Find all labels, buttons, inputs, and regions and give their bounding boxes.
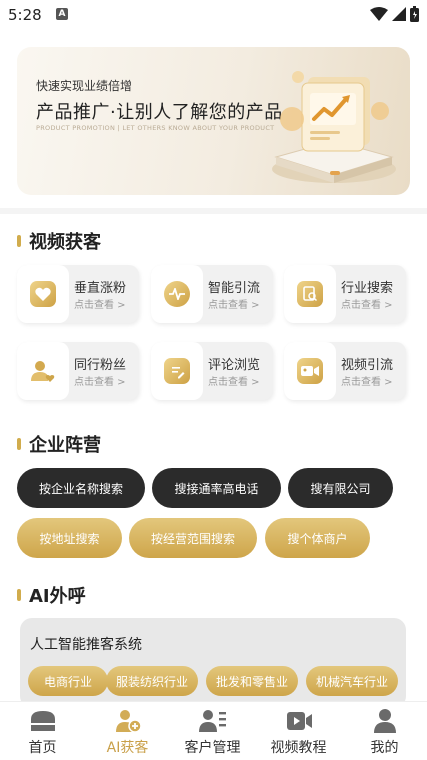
banner-english-text: PRODUCT PROMOTION | LET OTHERS KNOW ABOU…	[36, 124, 275, 132]
card-vertical-fans[interactable]: 垂直涨粉 点击查看 >	[17, 265, 139, 323]
status-time: 5:28	[8, 6, 42, 24]
card-icon-container	[284, 265, 336, 323]
edit-note-icon	[164, 358, 190, 384]
promo-banner[interactable]: 快速实现业绩倍增 产品推广·让别人了解您的产品 PRODUCT PROMOTIO…	[17, 47, 410, 195]
card-subtitle: 点击查看 >	[341, 377, 393, 388]
heart-icon	[30, 281, 56, 307]
add-user-icon	[115, 710, 142, 733]
card-subtitle: 点击查看 >	[208, 377, 260, 388]
card-comment-browse[interactable]: 评论浏览 点击查看 >	[151, 342, 273, 400]
nav-video-tutorial[interactable]: 视频教程	[256, 702, 341, 760]
customer-list-icon	[198, 710, 226, 732]
card-title: 智能引流	[208, 281, 261, 296]
card-subtitle: 点击查看 >	[74, 377, 126, 388]
nav-label: AI获客	[106, 740, 149, 756]
nav-label: 客户管理	[184, 740, 241, 756]
card-title: 评论浏览	[208, 358, 261, 373]
notification-icon: A	[56, 8, 68, 20]
search-limited-company-button[interactable]: 搜有限公司	[288, 468, 393, 508]
card-title: 行业搜索	[341, 281, 394, 296]
ai-panel-title: 人工智能推客系统	[30, 637, 142, 653]
section-title-text: 视频获客	[29, 232, 101, 253]
card-subtitle: 点击查看 >	[341, 300, 393, 311]
nav-label: 视频教程	[270, 740, 327, 756]
status-bar: 5:28 A	[0, 0, 427, 30]
user-heart-icon	[30, 358, 56, 384]
card-subtitle: 点击查看 >	[208, 300, 260, 311]
video-icon	[286, 712, 312, 730]
nav-label: 我的	[370, 740, 399, 756]
card-title: 同行粉丝	[74, 358, 127, 373]
section-title-enterprise: 企业阵营	[17, 431, 101, 457]
card-subtitle: 点击查看 >	[74, 300, 126, 311]
card-title: 视频引流	[341, 358, 394, 373]
tag-ecommerce[interactable]: 电商行业	[28, 666, 108, 696]
section-marker	[17, 438, 21, 450]
card-video-traffic[interactable]: 视频引流 点击查看 >	[284, 342, 406, 400]
section-title-ai: AI外呼	[17, 582, 86, 608]
wifi-icon	[370, 7, 388, 21]
search-by-address-button[interactable]: 按地址搜索	[17, 518, 122, 558]
status-icons	[370, 6, 419, 22]
card-smart-traffic[interactable]: 智能引流 点击查看 >	[151, 265, 273, 323]
nav-mine[interactable]: 我的	[342, 702, 427, 760]
nav-customer-management[interactable]: 客户管理	[170, 702, 255, 760]
section-marker	[17, 235, 21, 247]
ai-recommend-panel: 人工智能推客系统 电商行业 服装纺织行业 批发和零售业 机械汽车行业	[20, 618, 406, 708]
card-industry-search[interactable]: 行业搜索 点击查看 >	[284, 265, 406, 323]
tag-wholesale-retail[interactable]: 批发和零售业	[206, 666, 298, 696]
section-title-video: 视频获客	[17, 228, 101, 254]
profile-icon	[373, 709, 396, 733]
section-title-text: 企业阵营	[29, 435, 101, 456]
banner-title: 产品推广·让别人了解您的产品	[36, 102, 283, 123]
tag-apparel-textile[interactable]: 服装纺织行业	[106, 666, 198, 696]
card-icon-container	[17, 265, 69, 323]
nav-ai-acquire[interactable]: AI获客	[85, 702, 170, 760]
card-icon-container	[151, 265, 203, 323]
banner-subtitle: 快速实现业绩倍增	[36, 79, 133, 93]
section-marker	[17, 589, 21, 601]
search-individual-merchant-button[interactable]: 搜个体商户	[265, 518, 370, 558]
pulse-icon	[164, 281, 190, 307]
search-high-connect-phone-button[interactable]: 搜接通率高电话	[152, 468, 281, 508]
card-icon-container	[17, 342, 69, 400]
signal-icon	[392, 7, 406, 21]
home-icon	[30, 711, 55, 731]
tag-machinery-auto[interactable]: 机械汽车行业	[306, 666, 398, 696]
growth-chart-illustration-icon	[272, 71, 396, 183]
nav-home[interactable]: 首页	[0, 702, 85, 760]
card-icon-container	[284, 342, 336, 400]
search-by-business-scope-button[interactable]: 按经营范围搜索	[129, 518, 257, 558]
battery-icon	[410, 6, 419, 22]
search-by-company-name-button[interactable]: 按企业名称搜索	[17, 468, 145, 508]
video-camera-icon	[297, 358, 323, 384]
section-title-text: AI外呼	[29, 586, 86, 607]
bottom-navigation: 首页 AI获客 客户管理 视频教程 我的	[0, 701, 427, 760]
card-title: 垂直涨粉	[74, 281, 127, 296]
section-divider	[0, 208, 427, 214]
nav-label: 首页	[28, 740, 57, 756]
card-peer-fans[interactable]: 同行粉丝 点击查看 >	[17, 342, 139, 400]
card-icon-container	[151, 342, 203, 400]
document-search-icon	[297, 281, 323, 307]
